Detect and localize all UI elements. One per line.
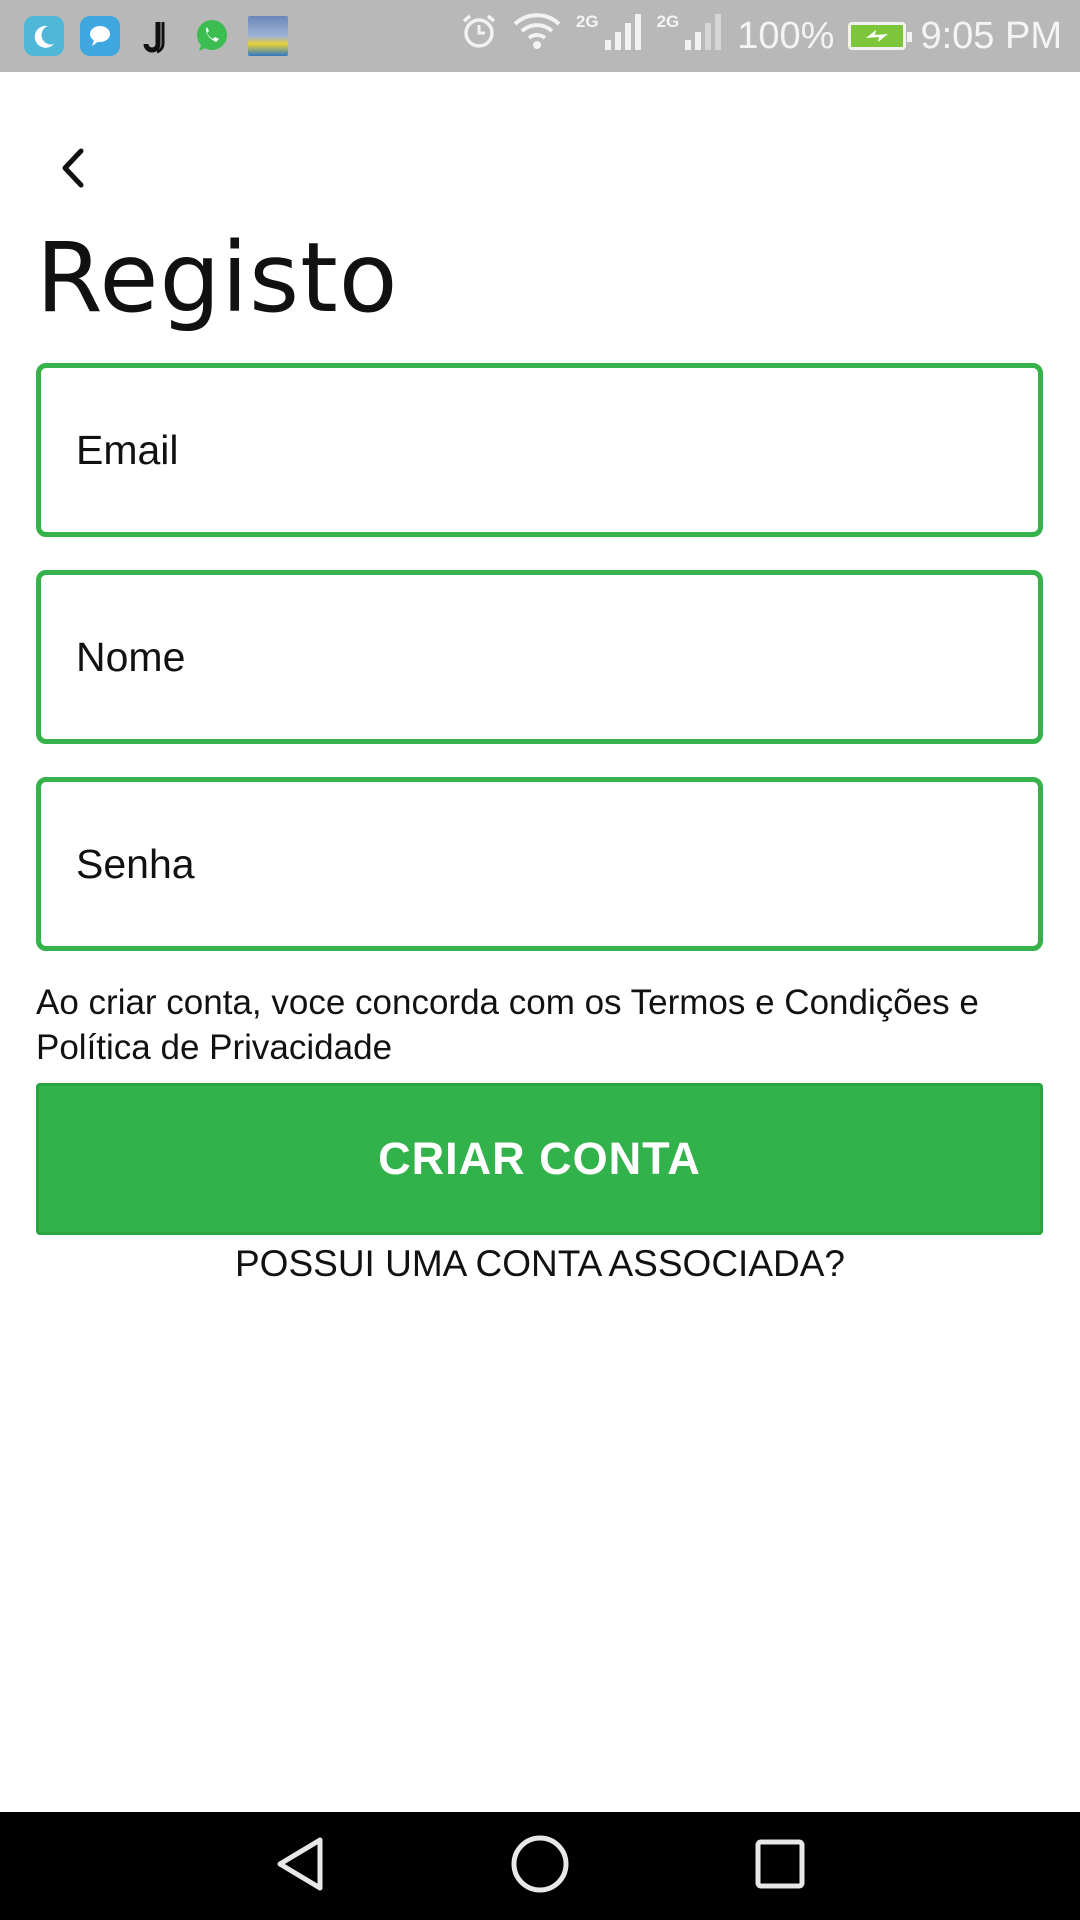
clock: 9:05 PM — [920, 14, 1062, 57]
back-triangle-icon — [274, 1836, 326, 1897]
battery-charging-icon — [848, 22, 913, 50]
whatsapp-icon — [192, 16, 232, 56]
chevron-left-icon — [57, 147, 87, 194]
nav-home-button[interactable] — [480, 1812, 600, 1920]
juventus-icon — [136, 16, 176, 56]
landscape-app-icon — [248, 16, 288, 56]
status-bar: 2G 2G 100% 9:05 PM — [0, 0, 1080, 72]
battery-percent: 100% — [737, 14, 835, 57]
signal-icon-2 — [683, 12, 723, 60]
name-field[interactable] — [36, 570, 1043, 744]
notification-icons — [24, 16, 288, 56]
create-account-button[interactable]: CRIAR CONTA — [36, 1083, 1043, 1235]
page-title: Registo — [36, 222, 399, 334]
nav-back-button[interactable] — [240, 1812, 360, 1920]
password-field[interactable] — [36, 777, 1043, 951]
name-input[interactable] — [74, 632, 978, 682]
recents-square-icon — [754, 1838, 806, 1895]
back-button[interactable] — [42, 140, 102, 200]
wifi-icon — [512, 12, 562, 60]
home-circle-icon — [510, 1834, 570, 1899]
network-type-label-1: 2G — [575, 12, 599, 31]
password-input[interactable] — [74, 839, 978, 889]
moon-app-icon — [24, 16, 64, 56]
status-indicators: 2G 2G 100% 9:05 PM — [460, 12, 1062, 60]
create-account-label: CRIAR CONTA — [378, 1133, 701, 1184]
email-input[interactable] — [74, 425, 978, 475]
network-type-label-2: 2G — [656, 12, 680, 31]
nav-recents-button[interactable] — [720, 1812, 840, 1920]
terms-text: Ao criar conta, voce concorda com os Ter… — [36, 983, 979, 1067]
email-field[interactable] — [36, 363, 1043, 537]
chat-bubble-icon — [80, 16, 120, 56]
existing-account-link[interactable]: POSSUI UMA CONTA ASSOCIADA? — [0, 1243, 1080, 1285]
navigation-bar — [0, 1812, 1080, 1920]
alarm-icon — [460, 12, 498, 60]
signal-icon-1 — [603, 12, 643, 60]
